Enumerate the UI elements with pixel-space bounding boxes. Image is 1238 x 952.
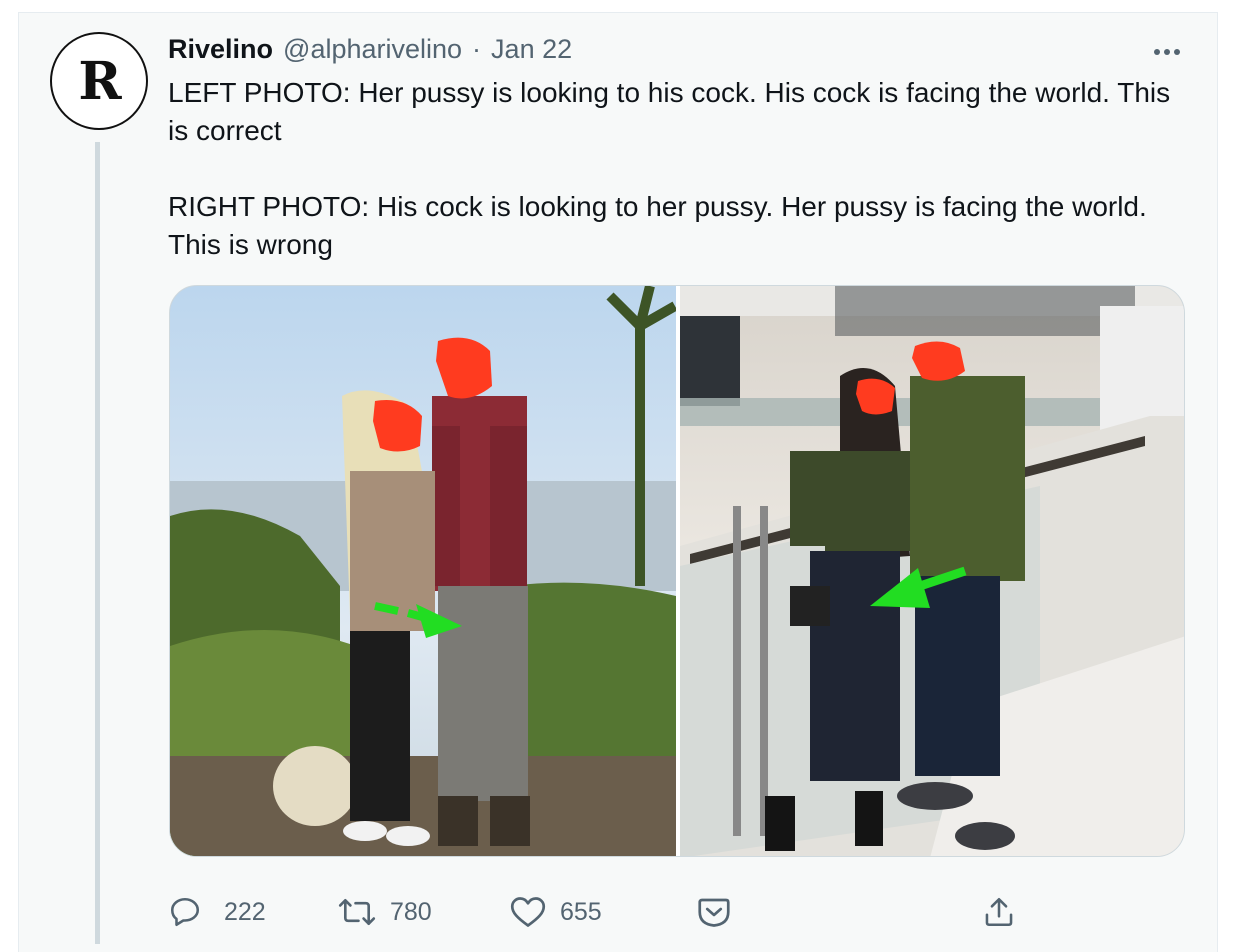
reply-count: 222 [224, 897, 266, 926]
avatar-letter: R [78, 50, 121, 112]
avatar[interactable]: R [50, 32, 148, 130]
reply-icon [170, 897, 200, 927]
bookmark-button[interactable] [696, 890, 732, 934]
more-dot-icon [1164, 49, 1170, 55]
separator-dot: · [472, 34, 482, 64]
thread-line [95, 142, 100, 944]
tweet-actions: 222 780 655 [168, 890, 1048, 934]
left-photo [170, 286, 678, 856]
retweet-button[interactable]: 780 [338, 890, 432, 934]
display-name[interactable]: Rivelino [168, 34, 273, 65]
retweet-icon [338, 898, 376, 926]
more-options-button[interactable] [1148, 38, 1186, 66]
user-handle[interactable]: @alpharivelino [283, 34, 462, 65]
tweet-text: LEFT PHOTO: Her pussy is looking to his … [168, 74, 1178, 264]
tweet-media[interactable] [169, 285, 1185, 857]
retweet-count: 780 [390, 897, 432, 926]
more-dot-icon [1154, 49, 1160, 55]
tweet-text-paragraph: LEFT PHOTO: Her pussy is looking to his … [168, 77, 1171, 146]
right-photo [680, 286, 1184, 856]
media-photos [170, 286, 1184, 856]
reply-button[interactable]: 222 [168, 890, 266, 934]
more-dot-icon [1174, 49, 1180, 55]
like-count: 655 [560, 897, 602, 926]
share-button[interactable] [982, 890, 1016, 934]
tweet-text-paragraph: RIGHT PHOTO: His cock is looking to her … [168, 191, 1147, 260]
bookmark-icon [698, 898, 730, 927]
tweet-date[interactable]: Jan 22 [491, 34, 572, 65]
like-button[interactable]: 655 [510, 890, 602, 934]
tweet-header: Rivelino @alpharivelino · Jan 22 [168, 34, 572, 70]
share-icon [985, 897, 1013, 927]
heart-icon [510, 897, 546, 927]
